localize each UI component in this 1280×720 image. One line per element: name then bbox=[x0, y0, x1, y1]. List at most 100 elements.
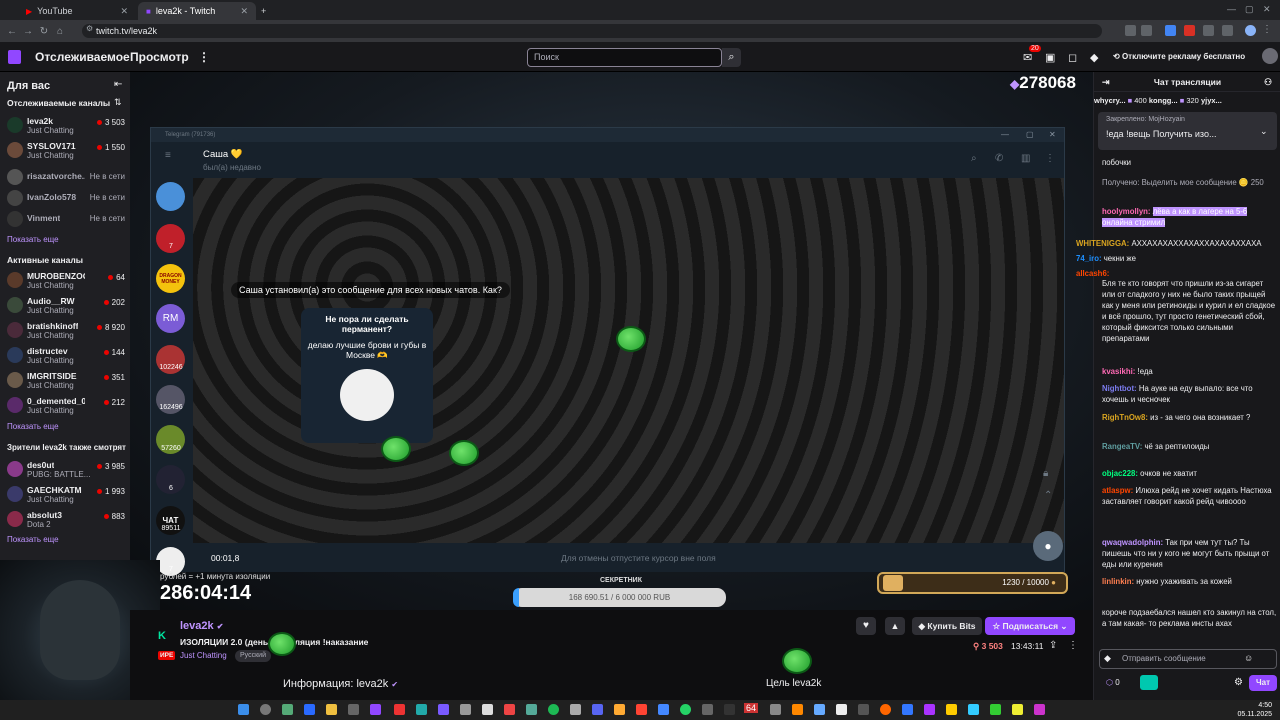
new-tab-button[interactable]: + bbox=[258, 2, 274, 20]
folder-rm[interactable]: RM bbox=[156, 304, 185, 333]
message-user[interactable]: allcash6: bbox=[1076, 269, 1109, 278]
whispers-icon[interactable]: ◻ bbox=[1068, 51, 1077, 64]
chat-send-button[interactable]: Чат bbox=[1249, 675, 1277, 691]
channel-points[interactable]: ⬡ 0 bbox=[1106, 678, 1120, 687]
more-icon[interactable]: ⋮ bbox=[1045, 153, 1055, 164]
bookmark-star-icon[interactable] bbox=[1141, 25, 1152, 36]
app-icon[interactable] bbox=[304, 704, 315, 715]
contact-name[interactable]: Саша 💛 bbox=[203, 149, 243, 160]
show-more-link[interactable]: Показать еще bbox=[7, 235, 59, 244]
app-icon[interactable] bbox=[814, 704, 825, 715]
telegram-icon[interactable] bbox=[416, 704, 427, 715]
app-icon[interactable] bbox=[438, 704, 449, 715]
taskbar-badge[interactable]: 64 bbox=[744, 703, 759, 713]
message-user[interactable]: linlinkin: bbox=[1102, 577, 1134, 586]
language-tag[interactable]: Русский bbox=[235, 650, 271, 662]
discord-icon[interactable] bbox=[592, 704, 603, 715]
collapse-sidebar-icon[interactable]: ⇤ bbox=[114, 79, 122, 90]
inbox-icon[interactable]: ✉ bbox=[1023, 51, 1032, 64]
chevron-up-icon[interactable]: ⌃ bbox=[1044, 490, 1052, 501]
active-channel[interactable]: 0_demented_0 Just Chatting 212 bbox=[0, 394, 130, 419]
app-icon[interactable] bbox=[482, 704, 493, 715]
app-icon[interactable] bbox=[946, 704, 957, 715]
app-icon[interactable] bbox=[792, 704, 803, 715]
share-icon[interactable]: ⇪ bbox=[1049, 640, 1057, 651]
notifications-button[interactable]: ▲ bbox=[885, 617, 905, 635]
search-input[interactable]: Поиск bbox=[527, 48, 722, 67]
follow-button[interactable]: ♥ bbox=[856, 617, 876, 635]
maximize-icon[interactable]: ▢ bbox=[1245, 4, 1254, 15]
extension-icon[interactable] bbox=[1165, 25, 1176, 36]
nav-following[interactable]: Отслеживаемое bbox=[35, 50, 130, 64]
lock-icon[interactable]: 🔒︎ bbox=[1043, 468, 1048, 479]
active-channel[interactable]: MUROBENZOO Just Chatting 64 bbox=[0, 269, 130, 294]
recommended-channel[interactable]: des0ut PUBG: BATTLE... 3 985 bbox=[0, 458, 130, 483]
active-channel[interactable]: IMGRITSIDE Just Chatting 351 bbox=[0, 369, 130, 394]
minimize-icon[interactable]: — bbox=[1001, 128, 1009, 142]
app-icon[interactable] bbox=[348, 704, 359, 715]
app-icon[interactable] bbox=[990, 704, 1001, 715]
start-icon[interactable] bbox=[238, 704, 249, 715]
app-icon[interactable] bbox=[282, 704, 293, 715]
message-user[interactable]: kvasikhi: bbox=[1102, 367, 1135, 376]
chat-leaderboard[interactable]: whycry... ■ 400 kongg... ■ 320 yjyx... bbox=[1094, 92, 1280, 110]
app-icon[interactable] bbox=[570, 704, 581, 715]
pinned-message[interactable]: Закреплено: MojHozyain !еда !вещь Получи… bbox=[1098, 112, 1277, 150]
phone-icon[interactable]: ✆ bbox=[995, 153, 1003, 164]
twitch-logo-icon[interactable] bbox=[8, 50, 21, 64]
forward-icon[interactable]: → bbox=[20, 26, 36, 37]
app-icon[interactable] bbox=[968, 704, 979, 715]
close-icon[interactable]: ✕ bbox=[1049, 128, 1056, 142]
user-avatar[interactable] bbox=[1262, 48, 1278, 64]
mic-icon[interactable]: ● bbox=[1033, 531, 1063, 561]
spotify-icon[interactable] bbox=[548, 704, 559, 715]
active-channel[interactable]: distructev Just Chatting 144 bbox=[0, 344, 130, 369]
message-user[interactable]: WHITENIGGA: bbox=[1076, 239, 1129, 248]
url-field[interactable]: twitch.tv/leva2k bbox=[82, 24, 1102, 38]
collapse-chat-icon[interactable]: ⇥ bbox=[1102, 72, 1110, 92]
system-clock[interactable]: 4:50 05.11.2025 bbox=[1232, 701, 1272, 719]
app-icon[interactable] bbox=[614, 704, 625, 715]
extension-icon[interactable] bbox=[1203, 25, 1214, 36]
folder-ghost-icon[interactable] bbox=[156, 182, 185, 211]
search-icon[interactable] bbox=[260, 704, 271, 715]
cheer-icon[interactable]: ◆ bbox=[1104, 653, 1111, 664]
app-icon[interactable] bbox=[902, 704, 913, 715]
profile-avatar[interactable] bbox=[1245, 25, 1256, 36]
extension-icon[interactable] bbox=[1184, 25, 1195, 36]
tab-youtube[interactable]: ▶ YouTube ✕ bbox=[18, 2, 136, 20]
followed-channel[interactable]: leva2k Just Chatting 3 503 bbox=[0, 114, 130, 139]
app-icon[interactable] bbox=[858, 704, 869, 715]
app-icon[interactable] bbox=[724, 704, 735, 715]
message-user[interactable]: 74_iro: bbox=[1076, 254, 1102, 263]
message-user[interactable]: objac228: bbox=[1102, 469, 1138, 478]
bonus-chest-icon[interactable] bbox=[1140, 675, 1158, 690]
users-icon[interactable]: ⚇ bbox=[1264, 72, 1272, 92]
notifications-icon[interactable]: ▣ bbox=[1045, 51, 1055, 64]
tab-twitch[interactable]: ■ leva2k - Twitch ✕ bbox=[138, 2, 256, 20]
reload-icon[interactable]: ↻ bbox=[36, 26, 52, 37]
back-icon[interactable]: ← bbox=[4, 26, 20, 37]
browser-menu-icon[interactable]: ⋮ bbox=[1262, 25, 1273, 36]
channel-name[interactable]: leva2k ✔ bbox=[180, 620, 223, 632]
stream-avatar[interactable]: K bbox=[158, 630, 170, 644]
app-icon[interactable] bbox=[504, 704, 515, 715]
app-icon[interactable] bbox=[1012, 704, 1023, 715]
minimize-icon[interactable]: — bbox=[1227, 4, 1236, 14]
show-more-link[interactable]: Показать еще bbox=[7, 535, 59, 544]
extensions-puzzle-icon[interactable] bbox=[1222, 25, 1233, 36]
app-icon[interactable] bbox=[770, 704, 781, 715]
chevron-down-icon[interactable]: ⌄ bbox=[1260, 126, 1268, 137]
search-button[interactable]: ⌕ bbox=[722, 48, 741, 67]
followed-channel[interactable]: Vinment Не в сети bbox=[0, 208, 130, 233]
settings-gear-icon[interactable]: ⚙ bbox=[1234, 677, 1243, 688]
twitch-app-icon[interactable] bbox=[370, 704, 381, 715]
app-icon[interactable] bbox=[1034, 704, 1045, 715]
site-info-icon[interactable]: ⚙ bbox=[86, 24, 93, 33]
close-tab-icon[interactable]: ✕ bbox=[120, 6, 128, 17]
more-icon[interactable]: ⋮ bbox=[1068, 640, 1078, 651]
nav-browse[interactable]: Просмотр bbox=[130, 50, 189, 64]
message-user[interactable]: hoolymollyn: bbox=[1102, 207, 1151, 216]
menu-icon[interactable]: ≡ bbox=[165, 150, 171, 161]
app-icon[interactable] bbox=[658, 704, 669, 715]
